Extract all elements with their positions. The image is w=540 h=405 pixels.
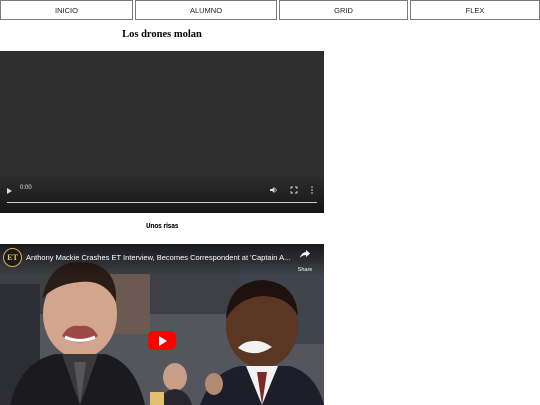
top-navigation: INICIO ALUMNO GRID FLEX xyxy=(0,0,540,22)
share-button[interactable]: Share xyxy=(297,250,313,276)
section-subtitle: Unos risas xyxy=(145,222,179,230)
video-time: 0:00 xyxy=(20,185,32,191)
channel-logo[interactable]: ET xyxy=(3,248,22,267)
nav-button-flex[interactable]: FLEX xyxy=(410,0,540,20)
fullscreen-icon[interactable] xyxy=(290,186,298,194)
play-icon[interactable] xyxy=(7,188,12,194)
youtube-video-title[interactable]: Anthony Mackie Crashes ET Interview, Bec… xyxy=(26,253,294,262)
share-icon xyxy=(300,250,310,258)
video-player[interactable]: 0:00 xyxy=(0,51,324,213)
nav-button-alumno[interactable]: ALUMNO xyxy=(135,0,277,20)
video-progress-bar[interactable] xyxy=(7,202,317,203)
share-label: Share xyxy=(297,267,313,273)
more-options-icon[interactable] xyxy=(310,185,314,195)
nav-button-inicio[interactable]: INICIO xyxy=(0,0,133,20)
volume-icon[interactable] xyxy=(270,186,278,194)
youtube-embed[interactable]: ET Anthony Mackie Crashes ET Interview, … xyxy=(0,244,324,405)
page-title: Los drones molan xyxy=(122,29,202,40)
nav-button-grid[interactable]: GRID xyxy=(279,0,408,20)
youtube-play-button[interactable] xyxy=(148,331,176,350)
